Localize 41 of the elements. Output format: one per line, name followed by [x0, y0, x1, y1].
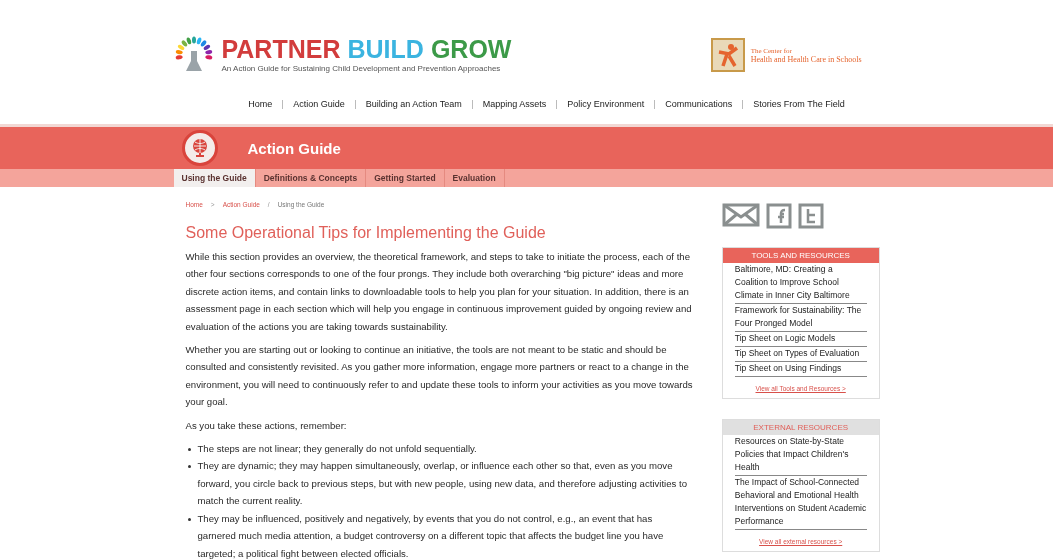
resource-link[interactable]: Resources on State-by-State Policies that Impact Children's Health [734, 435, 867, 476]
paragraph: As you take these actions, remember: [185, 418, 348, 433]
page-title: Some Operational Tips for Implementing the Guide [185, 224, 547, 242]
paragraph: While this section provides an overview, the theoretical framework, and steps to take to initiate the process, each of the other four sections corresponds to one of the four prongs. They include both overarching "big picture" ideas and more discrete action items, and contain links to downloadable tools to help you plan for your situation. In addition, there is an assessment page in each section which will help you engage in continuous improvement guided by ongoing review and evaluation of the actions you are taking towards sustainability. [185, 250, 693, 334]
resource-link[interactable]: Tip Sheet on Types of Evaluation [734, 347, 867, 362]
bullet-item: They may be influenced, positively and negatively, by events that you do not control, e.g., an event that has garnered much media attention, a budget controversy on a different topic that affects the budget line you have targeted; a political fight between elected officials. [197, 511, 665, 559]
bullet-dot [187, 448, 191, 452]
banner-title: Action Guide [247, 139, 341, 157]
paragraph: Whether you are starting out or looking to continue an initiative, the tools are not meant to be static and should be consulted and consistently revisited. As you gather more information, engage more partners or react to a change in the environment, you will need to continuously refer to and update these tools to inform your activities as you move towards your goal. [185, 343, 694, 410]
mail-icon[interactable] [721, 203, 760, 227]
globe-icon [181, 130, 218, 166]
logo-word: PARTNER [221, 37, 341, 62]
sub-tab[interactable]: Definitions & Concepts [255, 169, 367, 187]
figure-logo-icon [710, 38, 745, 72]
bullet-dot [187, 465, 191, 469]
nav-link[interactable]: Action Guide [293, 99, 345, 109]
resource-link[interactable]: Tip Sheet on Using Findings [734, 362, 867, 377]
nav-link[interactable]: Mapping Assets [482, 99, 547, 109]
resource-link[interactable]: Tip Sheet on Logic Models [734, 332, 867, 347]
nav-link[interactable]: Home [248, 99, 273, 109]
nav-link[interactable]: Policy Environment [567, 99, 645, 109]
logo-word: GROW [430, 37, 512, 62]
resource-link[interactable]: The Impact of School-Connected Behavioral and Emotional Health Interventions on Student Academic Performance [734, 476, 867, 530]
panel-heading: EXTERNAL RESOURCES [722, 420, 879, 435]
bullet-item: They are dynamic; they may happen simultaneously, overlap, or influence each other so that, even as you move forward, you circle back to previous steps, but with new people, using new data, and therefore adjusting activities to match the current reality. [197, 459, 689, 509]
logo-word: BUILD [347, 37, 424, 62]
sub-tab[interactable]: Using the Guide [173, 169, 256, 187]
tagline: An Action Guide for Sustaining Child Development and Prevention Approaches [221, 64, 502, 73]
bullet-item: The steps are not linear; they generally do not unfold sequentially. [197, 442, 477, 457]
nav-link[interactable]: Building an Action Team [365, 99, 462, 109]
sub-tab[interactable]: Evaluation [444, 169, 505, 187]
nav-link[interactable]: Communications [665, 99, 733, 109]
nav-link[interactable]: Stories From The Field [753, 99, 845, 109]
resource-link[interactable]: Baltimore, MD: Creating a Coalition to Improve School Climate in Inner City Baltimore [734, 263, 867, 304]
facebook-icon[interactable] [765, 203, 792, 229]
panel-heading: TOOLS AND RESOURCES [722, 248, 879, 263]
sub-tab[interactable]: Getting Started [366, 169, 445, 187]
twitter-icon[interactable] [797, 203, 824, 229]
bullet-dot [187, 517, 191, 521]
partner-name: Health and Health Care in Schools [750, 54, 862, 64]
resource-link[interactable]: Framework for Sustainability: The Four Pronged Model [734, 304, 867, 332]
